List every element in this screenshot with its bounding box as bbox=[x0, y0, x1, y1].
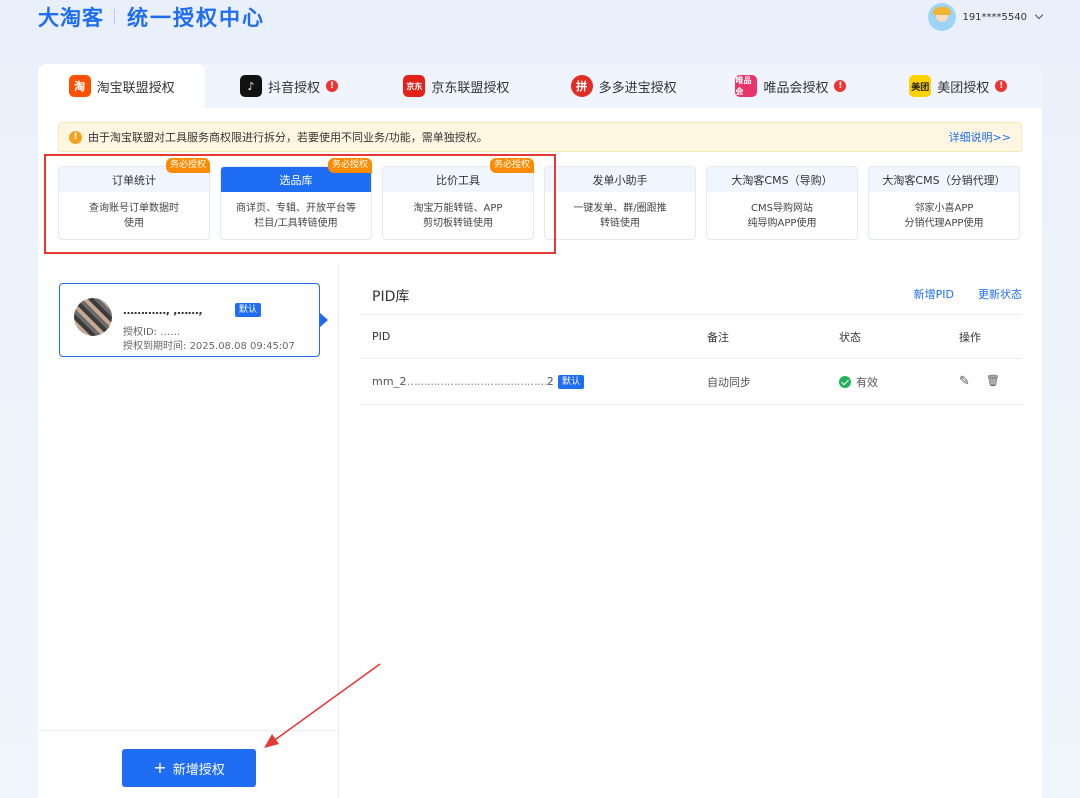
edit-icon[interactable]: ✎ bbox=[959, 374, 970, 389]
tab-pinduoduo[interactable]: 拼 多多进宝授权 bbox=[540, 64, 707, 108]
douyin-icon: ♪ bbox=[239, 75, 262, 97]
tab-label: 淘宝联盟授权 bbox=[96, 80, 175, 96]
add-authorization-label: 新增授权 bbox=[172, 762, 225, 778]
user-phone[interactable]: 191****5540 bbox=[962, 12, 1027, 23]
pid-status-text: 有效 bbox=[856, 375, 878, 389]
tab-label: 抖音授权 bbox=[267, 80, 320, 96]
tab-label: 美团授权 bbox=[937, 80, 990, 96]
tab-label: 唯品会授权 bbox=[763, 80, 829, 96]
tab-taobao[interactable]: 淘 淘宝联盟授权 bbox=[38, 64, 206, 108]
details-link[interactable]: 详细说明>> bbox=[949, 129, 1011, 145]
top-header: 大淘客 统一授权中心 191****5540 bbox=[0, 0, 1080, 60]
site-logo[interactable]: 大淘客 bbox=[38, 2, 104, 32]
tab-jd[interactable]: 京东 京东联盟授权 bbox=[373, 64, 540, 108]
notice-text: 由于淘宝联盟对工具服务商权限进行拆分，若要使用不同业务/功能，需单独授权。 bbox=[88, 131, 488, 144]
pid-actions: 新增PID 更新状态 bbox=[914, 286, 1022, 302]
feature-desc-line: 分销代理APP使用 bbox=[904, 218, 984, 229]
pid-prefix: mm_2 bbox=[372, 375, 407, 388]
delete-icon[interactable]: 🗑 bbox=[986, 374, 1000, 389]
column-header-note: 备注 bbox=[707, 330, 729, 344]
column-header-actions: 操作 bbox=[959, 330, 981, 344]
warning-icon: ! bbox=[995, 80, 1008, 92]
account-expiry: 授权到期时间: 2025.08.08 09:45:07 bbox=[123, 337, 295, 352]
tab-label: 京东联盟授权 bbox=[431, 80, 510, 96]
brand-divider bbox=[114, 9, 115, 25]
auth-panel: 淘 淘宝联盟授权 ♪ 抖音授权 ! 京东 京东联盟授权 拼 多多进宝授权 唯品会… bbox=[38, 64, 1042, 798]
feature-desc-line: 转链使用 bbox=[600, 218, 640, 229]
add-pid-link[interactable]: 新增PID bbox=[914, 286, 954, 302]
selected-pointer bbox=[319, 312, 328, 328]
pid-suffix: 2 bbox=[546, 375, 554, 388]
tab-meituan[interactable]: 美团 美团授权 ! bbox=[875, 64, 1042, 108]
default-badge: 默认 bbox=[557, 374, 585, 389]
warning-icon: ! bbox=[834, 80, 847, 92]
highlight-box bbox=[44, 154, 556, 254]
account-id: 授权ID: …… bbox=[123, 323, 180, 338]
pid-library-title: PID库 bbox=[372, 289, 410, 305]
brand: 大淘客 统一授权中心 bbox=[38, 2, 265, 32]
jd-icon: 京东 bbox=[403, 75, 426, 97]
feature-desc-line: 纯导购APP使用 bbox=[747, 218, 817, 229]
account-name: …………, ,……, bbox=[123, 304, 203, 317]
notice-bar: ! 由于淘宝联盟对工具服务商权限进行拆分，若要使用不同业务/功能，需单独授权。 … bbox=[58, 122, 1022, 152]
feature-card-desc: 邻家小喜APP 分销代理APP使用 bbox=[869, 192, 1019, 231]
table-row: mm_2…………………………………… 2 默认 自动同步 有效 ✎ 🗑 bbox=[359, 359, 1022, 405]
feature-card-desc: CMS导购网站 纯导购APP使用 bbox=[707, 192, 857, 231]
feature-desc-line: 一键发单、群/圈跟推 bbox=[573, 203, 667, 214]
pid-table-header: PID 备注 状态 操作 bbox=[359, 314, 1022, 359]
pid-value: mm_2…………………………………… 2 默认 bbox=[372, 359, 585, 404]
feature-card-cms-guide[interactable]: 大淘客CMS（导购） CMS导购网站 纯导购APP使用 bbox=[706, 166, 858, 240]
default-badge: 默认 bbox=[235, 303, 262, 317]
check-circle-icon bbox=[839, 375, 851, 388]
pid-status: 有效 bbox=[839, 359, 878, 404]
tab-label: 多多进宝授权 bbox=[598, 80, 677, 96]
feature-card-desc: 一键发单、群/圈跟推 转链使用 bbox=[545, 192, 695, 231]
refresh-status-link[interactable]: 更新状态 bbox=[978, 286, 1022, 302]
feature-card-title: 大淘客CMS（分销代理） bbox=[869, 167, 1019, 192]
account-expiry-label: 授权到期时间: bbox=[123, 341, 190, 352]
tab-vipshop[interactable]: 唯品会 唯品会授权 ! bbox=[707, 64, 874, 108]
pid-note: 自动同步 bbox=[707, 375, 751, 389]
add-authorization-button[interactable]: + 新增授权 bbox=[122, 749, 256, 787]
info-icon: ! bbox=[69, 130, 82, 144]
user-menu[interactable]: 191****5540 bbox=[928, 3, 1044, 31]
feature-card-title: 发单小助手 bbox=[545, 167, 695, 192]
pinduoduo-icon: 拼 bbox=[570, 75, 593, 97]
account-avatar bbox=[74, 298, 112, 336]
user-avatar[interactable] bbox=[928, 3, 957, 31]
tab-douyin[interactable]: ♪ 抖音授权 ! bbox=[205, 64, 372, 108]
vipshop-icon: 唯品会 bbox=[735, 75, 758, 97]
taobao-icon: 淘 bbox=[68, 75, 91, 97]
feature-desc-line: CMS导购网站 bbox=[751, 203, 813, 214]
pid-masked: …………………………………… bbox=[406, 375, 548, 388]
account-card[interactable]: …………, ,……, 默认 授权ID: …… 授权到期时间: 2025.08.0… bbox=[59, 283, 328, 357]
feature-card-post-assistant[interactable]: 发单小助手 一键发单、群/圈跟推 转链使用 bbox=[544, 166, 696, 240]
sidebar-footer: + 新增授权 bbox=[38, 730, 339, 798]
platform-tabs: 淘 淘宝联盟授权 ♪ 抖音授权 ! 京东 京东联盟授权 拼 多多进宝授权 唯品会… bbox=[38, 64, 1042, 108]
warning-icon: ! bbox=[326, 80, 338, 92]
account-sidebar: …………, ,……, 默认 授权ID: …… 授权到期时间: 2025.08.0… bbox=[38, 264, 339, 798]
feature-card-cms-agent[interactable]: 大淘客CMS（分销代理） 邻家小喜APP 分销代理APP使用 bbox=[868, 166, 1020, 240]
plus-icon: + bbox=[153, 758, 167, 777]
chevron-down-icon[interactable] bbox=[1034, 10, 1044, 20]
column-header-status: 状态 bbox=[839, 330, 861, 344]
column-header-pid: PID bbox=[372, 330, 391, 343]
meituan-icon: 美团 bbox=[909, 75, 932, 97]
feature-card-title: 大淘客CMS（导购） bbox=[707, 167, 857, 192]
account-expiry-value: 2025.08.08 09:45:07 bbox=[189, 341, 295, 352]
pid-library: PID库 新增PID 更新状态 PID 备注 状态 操作 mm_2…………………… bbox=[359, 264, 1022, 798]
page-title: 统一授权中心 bbox=[127, 6, 265, 30]
feature-desc-line: 邻家小喜APP bbox=[914, 203, 974, 214]
pid-row-actions: ✎ 🗑 bbox=[959, 359, 1000, 404]
